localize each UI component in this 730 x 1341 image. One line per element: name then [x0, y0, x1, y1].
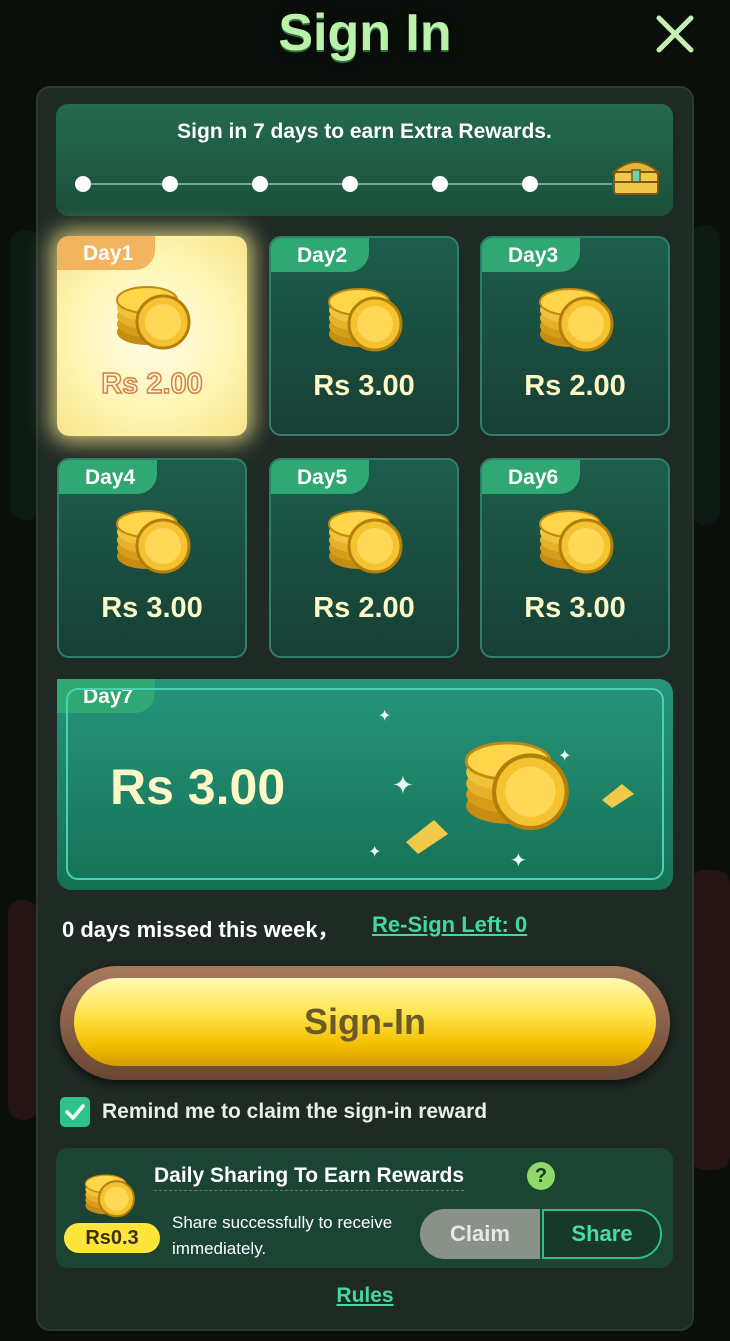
progress-dot: [252, 176, 268, 192]
coin-stack-icon: [116, 510, 191, 574]
help-icon[interactable]: ?: [527, 1162, 555, 1190]
day-card-2[interactable]: Day2 Rs 3.00: [269, 236, 459, 436]
sign-in-button[interactable]: Sign-In: [74, 978, 656, 1066]
sparkle-icon: ✦: [510, 850, 527, 872]
day-label: Day4: [59, 460, 158, 494]
sparkle-icon: ✦: [378, 708, 392, 725]
sharing-description: Share successfully to receive immediatel…: [172, 1213, 393, 1258]
treasure-chest-icon: [611, 161, 661, 195]
share-button[interactable]: Share: [542, 1209, 662, 1259]
rules-link[interactable]: Rules: [0, 1284, 730, 1308]
coin-stack-icon: [539, 288, 614, 352]
day7-amount: Rs 3.00: [110, 759, 286, 815]
coin-stack-icon: [116, 286, 191, 350]
day-label: Day1: [57, 236, 156, 270]
progress-dot: [342, 176, 358, 192]
day-card-6[interactable]: Day6 Rs 3.00: [480, 458, 670, 658]
re-sign-link[interactable]: Re-Sign Left: 0: [372, 912, 527, 938]
day-amount: Rs 2.00: [524, 370, 626, 402]
sparkle-icon: ✦: [558, 748, 572, 765]
claim-button[interactable]: Claim: [420, 1209, 540, 1259]
confetti-icon: [406, 820, 448, 854]
close-icon: [656, 15, 694, 53]
progress-dot: [75, 176, 91, 192]
background-card: [690, 870, 730, 1170]
background-card: [8, 900, 38, 1120]
progress-dot: [522, 176, 538, 192]
day-card-4[interactable]: Day4 Rs 3.00: [57, 458, 247, 658]
close-button[interactable]: [650, 10, 700, 58]
coin-stack-icon: [328, 510, 403, 574]
checkmark-icon: [65, 1104, 85, 1120]
missed-days-text: 0 days missed this week，: [62, 917, 340, 942]
reward-badge: Rs0.3: [64, 1223, 160, 1253]
day-label: Day6: [482, 460, 581, 494]
remind-checkbox[interactable]: [60, 1097, 90, 1127]
coin-stack-icon: [84, 1174, 135, 1218]
day-amount: Rs 2.00: [313, 592, 415, 624]
day-card-5[interactable]: Day5 Rs 2.00: [269, 458, 459, 658]
coin-stack-icon: [539, 510, 614, 574]
day-amount: Rs 3.00: [101, 592, 203, 624]
day-label: Day3: [482, 238, 581, 272]
confetti-icon: [602, 784, 634, 808]
page-title: Sign In: [278, 4, 452, 62]
day-card-3[interactable]: Day3 Rs 2.00: [480, 236, 670, 436]
day-card-1[interactable]: Day1 Rs 2.00: [57, 236, 247, 436]
progress-banner: Sign in 7 days to earn Extra Rewards.: [56, 104, 673, 216]
sparkle-icon: ✦: [368, 844, 382, 861]
coin-stack-icon: [328, 288, 403, 352]
sharing-title: Daily Sharing To Earn Rewards: [154, 1164, 465, 1191]
coin-stack-large-icon: [464, 741, 569, 831]
day-label: Day2: [271, 238, 370, 272]
remind-label: Remind me to claim the sign-in reward: [102, 1100, 488, 1123]
day-label: Day5: [271, 460, 370, 494]
day-amount: Rs 3.00: [313, 370, 415, 402]
progress-text: Sign in 7 days to earn Extra Rewards.: [177, 120, 552, 143]
progress-dot: [162, 176, 178, 192]
sparkle-icon: ✦: [392, 770, 414, 800]
progress-dot: [432, 176, 448, 192]
day-amount: Rs 2.00: [100, 367, 203, 401]
day-amount: Rs 3.00: [524, 592, 626, 624]
background-card: [690, 225, 720, 525]
